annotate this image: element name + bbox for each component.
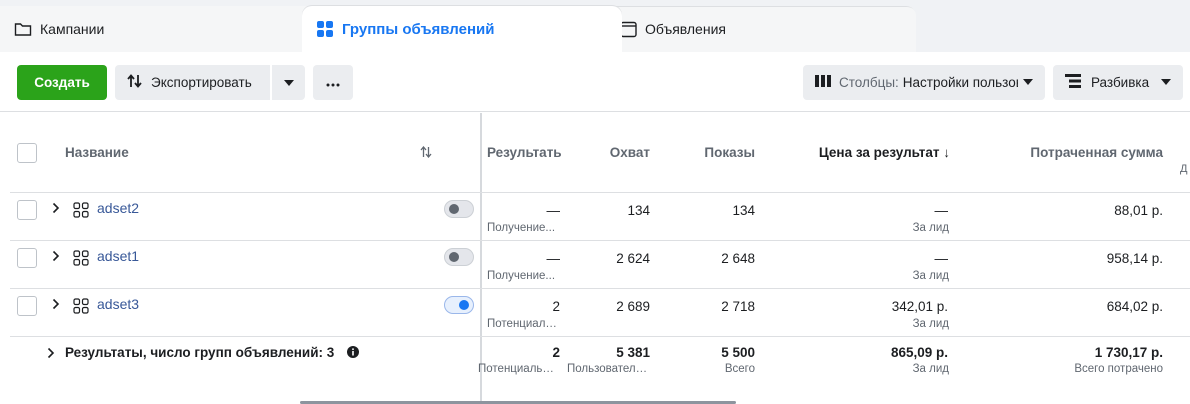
totals-row: Результаты, число групп объявлений: 3 2 … [10,337,1190,397]
row-checkbox[interactable] [17,296,37,316]
row-checkbox[interactable] [17,248,37,268]
spent-value: 958,14 р. [1106,251,1163,266]
export-button-label: Экспортировать [151,75,252,90]
results-sub: Потенциальные... [487,318,561,330]
results-value: — [546,203,561,218]
table-row[interactable]: adset3 2 Потенциальные... 2 689 2 718 34… [10,289,1190,337]
export-dropdown-button[interactable] [272,65,305,100]
info-icon[interactable] [347,346,359,361]
more-button[interactable] [313,65,353,100]
header-impressions[interactable]: Показы [660,145,755,160]
adset-toggle[interactable] [444,248,474,266]
tab-bar: Кампании Группы объявлений Объявления [0,0,1190,52]
more-icon [326,75,340,90]
totals-cost: 865,09 р. [890,345,948,360]
tab-campaigns-label: Кампании [40,21,105,37]
columns-value: Настройки пользователя [902,75,1018,90]
sort-icon[interactable] [420,145,432,161]
folder-icon [14,21,32,37]
cost-value: — [934,251,949,266]
header-amount-spent[interactable]: Потраченная сумма [970,145,1163,160]
columns-icon [815,75,831,90]
chevron-down-icon [1023,79,1033,85]
tab-ads[interactable]: Объявления [604,6,916,52]
adset-toggle[interactable] [444,200,474,218]
tab-adsets-label: Группы объявлений [342,20,495,38]
spent-value: 684,02 р. [1106,299,1163,314]
breakdown-button[interactable]: Разбивка [1053,65,1183,100]
chevron-right-icon[interactable] [47,347,55,362]
cost-sub: За лид [912,318,949,330]
chevron-right-icon[interactable] [52,250,60,265]
results-sub: Получение... [487,222,556,234]
create-button-label: Создать [34,75,90,90]
breakdown-icon [1065,74,1081,91]
cost-value: — [934,203,949,218]
spent-value: 88,01 р. [1114,203,1163,218]
impressions-value: 134 [732,203,755,218]
tab-ads-label: Объявления [645,21,726,37]
reach-value: 134 [627,203,650,218]
chevron-down-icon [283,79,294,86]
table-row[interactable]: adset1 — Получение... 2 624 2 648 — За л… [10,241,1190,289]
adset-toggle[interactable] [444,296,474,314]
adset-name-link[interactable]: adset2 [97,200,139,216]
export-button[interactable]: Экспортировать [115,65,270,100]
columns-prefix: Столбцы: [839,75,899,90]
header-results[interactable]: Результаты [487,145,561,160]
results-value: — [546,251,561,266]
adset-grid-icon [73,298,89,317]
row-checkbox[interactable] [17,200,37,220]
header-reach[interactable]: Охват [570,145,650,160]
totals-spent: 1 730,17 р. [1094,345,1163,360]
tab-campaigns[interactable]: Кампании [0,6,330,52]
header-cost-per-result[interactable]: Цена за результат ↓ [770,145,950,160]
cost-value: 342,01 р. [891,299,948,314]
impressions-value: 2 648 [721,251,755,266]
totals-results-sub: Потенциальные... [478,363,560,375]
totals-reach: 5 381 [616,345,650,360]
totals-results: 2 [552,345,560,360]
toggle-knob [459,300,469,310]
results-value: 2 [552,299,560,314]
chevron-right-icon[interactable] [52,298,60,313]
adset-name-link[interactable]: adset3 [97,296,139,312]
table-header: Название Результаты Охват Показы Цена за… [10,113,1190,193]
header-overflow: Д [1180,163,1188,175]
toggle-knob [449,204,459,214]
tab-adsets[interactable]: Группы объявлений [302,6,622,52]
toolbar: Создать Экспортировать Столбцы: Настройк… [0,52,1190,112]
cost-sub: За лид [912,222,949,234]
header-name[interactable]: Название [65,145,129,160]
columns-button[interactable]: Столбцы: Настройки пользователя [803,65,1045,100]
totals-label: Результаты, число групп объявлений: 3 [65,345,335,360]
ad-icon [620,21,637,38]
totals-spent-sub: Всего потрачено [1074,363,1163,375]
chevron-right-icon[interactable] [52,202,60,217]
grid-icon [316,20,334,38]
reach-value: 2 624 [616,251,650,266]
impressions-value: 2 718 [721,299,755,314]
results-sub: Получение... [487,270,556,282]
totals-reach-sub: Пользователи... [567,363,650,375]
adsets-table: Название Результаты Охват Показы Цена за… [10,113,1190,404]
select-all-checkbox[interactable] [17,143,37,163]
adset-name-link[interactable]: adset1 [97,248,139,264]
totals-impressions: 5 500 [721,345,755,360]
create-button[interactable]: Создать [17,65,107,100]
export-icon [127,74,143,91]
adset-grid-icon [73,250,89,269]
totals-impressions-sub: Всего [724,363,755,375]
adset-grid-icon [73,202,89,221]
breakdown-button-label: Разбивка [1091,75,1150,90]
cost-sub: За лид [912,270,949,282]
totals-cost-sub: За лид [912,363,949,375]
table-row[interactable]: adset2 — Получение... 134 134 — За лид 8… [10,193,1190,241]
toggle-knob [449,252,459,262]
chevron-down-icon [1161,79,1171,85]
reach-value: 2 689 [616,299,650,314]
